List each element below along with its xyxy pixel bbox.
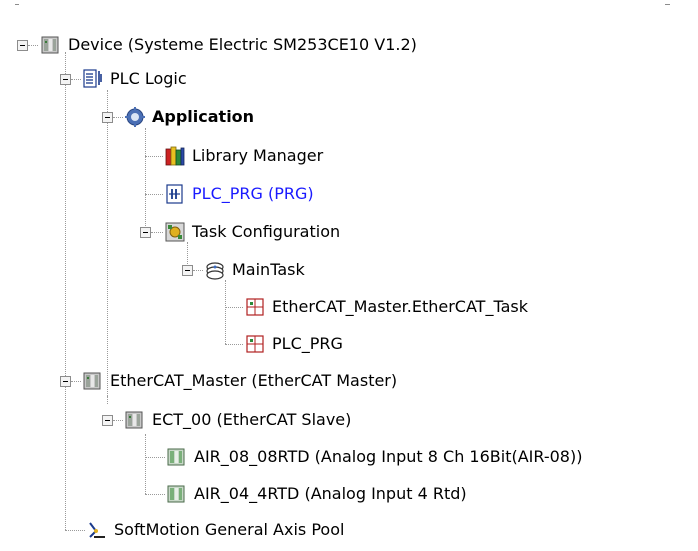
tree-node-softmotion-axis-pool[interactable]: SoftMotion General Axis Pool (86, 518, 344, 542)
tree-connector (225, 280, 226, 344)
task-configuration-icon (164, 221, 186, 243)
tree-node-plc-prg-call[interactable]: PLC_PRG (244, 332, 343, 356)
tree-connector (113, 420, 123, 421)
tree-node-label: AIR_08_08RTD (Analog Input 8 Ch 16Bit(AI… (194, 447, 583, 466)
tree-node-label: EtherCAT_Master.EtherCAT_Task (272, 297, 528, 316)
tree-connector (28, 45, 38, 46)
tree-connector (151, 232, 163, 233)
tree-connector (193, 270, 203, 271)
tree-connector (145, 156, 163, 157)
device-green-icon (166, 483, 188, 505)
gear-icon (124, 106, 146, 128)
tree-connector (145, 128, 146, 232)
tree-connector (65, 52, 66, 530)
tree-node-label: Application (152, 107, 255, 126)
collapse-device-toggle[interactable] (17, 40, 28, 51)
device-tree: Device (Systeme Electric SM253CE10 V1.2)… (0, 0, 698, 551)
tree-node-label: PLC_PRG (PRG) (192, 184, 314, 203)
tree-top-mark-right (665, 4, 670, 5)
tree-node-label: SoftMotion General Axis Pool (114, 520, 345, 539)
program-call-icon (244, 333, 266, 355)
tree-connector (71, 381, 81, 382)
tree-node-task-configuration[interactable]: Task Configuration (164, 220, 340, 244)
tree-node-plc-prg[interactable]: PLC_PRG (PRG) (164, 182, 314, 206)
tree-node-device[interactable]: Device (Systeme Electric SM253CE10 V1.2) (40, 33, 417, 57)
collapse-plc-logic-toggle[interactable] (60, 74, 71, 85)
tree-node-library-manager[interactable]: Library Manager (164, 144, 323, 168)
tree-connector (145, 434, 146, 494)
tree-node-application[interactable]: Application (124, 105, 254, 129)
tree-node-label: EtherCAT_Master (EtherCAT Master) (110, 371, 398, 390)
tree-node-maintask[interactable]: MainTask (204, 258, 305, 282)
plc-logic-icon (82, 68, 104, 90)
tree-node-label: AIR_04_4RTD (Analog Input 4 Rtd) (194, 484, 467, 503)
collapse-application-toggle[interactable] (102, 112, 113, 123)
tree-node-ethercat-task-call[interactable]: EtherCAT_Master.EtherCAT_Task (244, 295, 528, 319)
library-books-icon (164, 145, 186, 167)
tree-connector (71, 79, 81, 80)
tree-node-label: Task Configuration (192, 222, 341, 241)
tree-connector (107, 90, 108, 404)
collapse-ethercat-master-toggle[interactable] (60, 376, 71, 387)
tree-top-mark (15, 4, 19, 5)
device-icon (82, 370, 104, 392)
tree-connector (145, 194, 163, 195)
pou-icon (164, 183, 186, 205)
program-call-icon (244, 296, 266, 318)
tree-connector (225, 344, 243, 345)
tree-node-air-08[interactable]: AIR_08_08RTD (Analog Input 8 Ch 16Bit(AI… (166, 445, 582, 469)
task-icon (204, 259, 226, 281)
tree-node-plc-logic[interactable]: PLC Logic (82, 67, 187, 91)
device-green-icon (166, 446, 188, 468)
tree-connector (113, 117, 123, 118)
tree-connector (145, 457, 165, 458)
tree-node-label: Library Manager (192, 146, 324, 165)
tree-connector (107, 396, 108, 404)
tree-node-air-04[interactable]: AIR_04_4RTD (Analog Input 4 Rtd) (166, 482, 467, 506)
tree-node-ethercat-master[interactable]: EtherCAT_Master (EtherCAT Master) (82, 369, 397, 393)
tree-node-label: PLC Logic (110, 69, 187, 88)
collapse-ect00-toggle[interactable] (102, 415, 113, 426)
tree-node-label: ECT_00 (EtherCAT Slave) (152, 410, 352, 429)
tree-node-label: Device (Systeme Electric SM253CE10 V1.2) (68, 35, 417, 54)
collapse-task-configuration-toggle[interactable] (140, 227, 151, 238)
tree-node-ect-00[interactable]: ECT_00 (EtherCAT Slave) (124, 408, 351, 432)
axis-pool-icon (86, 519, 108, 541)
tree-connector (65, 530, 85, 531)
tree-connector (145, 494, 165, 495)
collapse-maintask-toggle[interactable] (182, 265, 193, 276)
device-icon (124, 409, 146, 431)
tree-node-label: PLC_PRG (272, 334, 343, 353)
tree-node-label: MainTask (232, 260, 305, 279)
device-icon (40, 34, 62, 56)
tree-connector (225, 307, 243, 308)
